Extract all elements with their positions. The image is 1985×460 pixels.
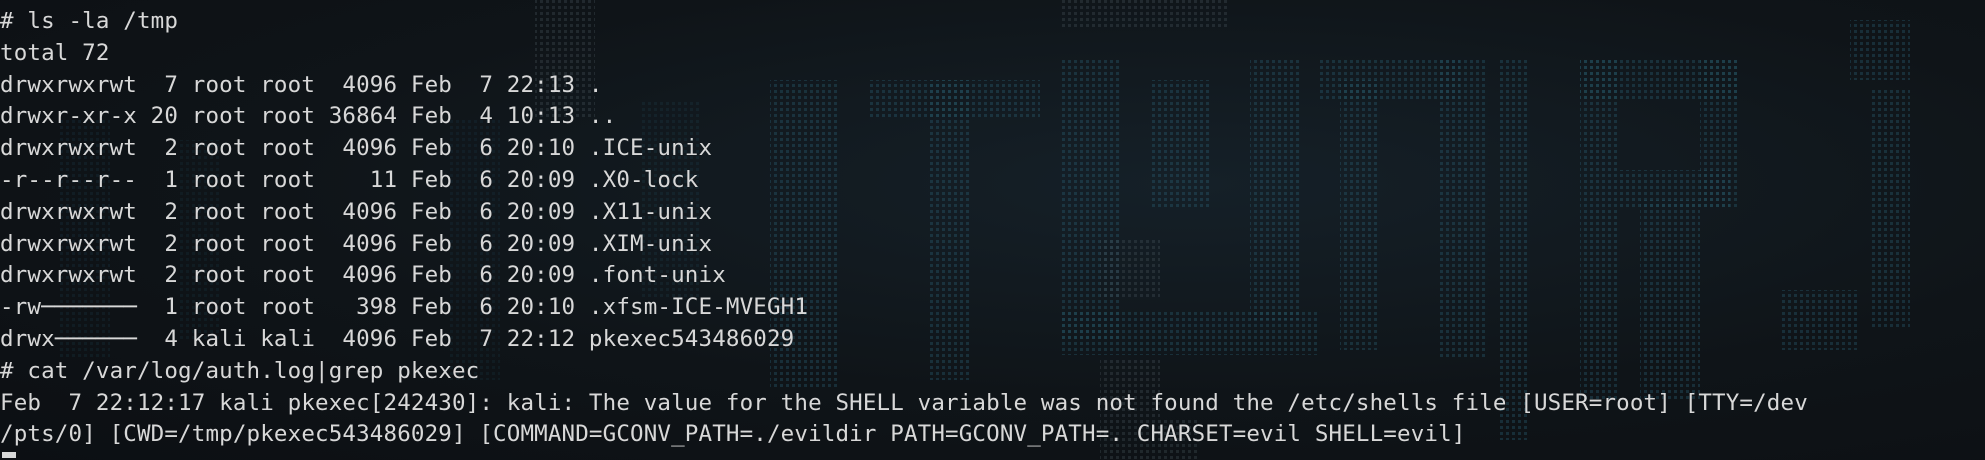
terminal-line: drwxrwxrwt 2 root root 4096 Feb 6 20:09 … bbox=[0, 198, 713, 225]
terminal-line: drwxr-xr-x 20 root root 36864 Feb 4 10:1… bbox=[0, 103, 617, 130]
terminal-line: drwxrwxrwt 2 root root 4096 Feb 6 20:10 … bbox=[0, 135, 713, 162]
terminal-line: -rw─────── 1 root root 398 Feb 6 20:10 .… bbox=[0, 294, 809, 321]
terminal-line: drwxrwxrwt 2 root root 4096 Feb 6 20:09 … bbox=[0, 230, 713, 257]
terminal-line: total 72 bbox=[0, 39, 110, 66]
terminal-line: drwx────── 4 kali kali 4096 Feb 7 22:12 … bbox=[0, 325, 795, 352]
terminal-line: # ls -la /tmp bbox=[0, 8, 179, 34]
terminal-output: # ls -la /tmp total 72 drwxrwxrwt 7 root r… bbox=[0, 6, 1808, 451]
terminal-line: -r--r--r-- 1 root root 11 Feb 6 20:09 .X… bbox=[0, 166, 699, 193]
terminal-line: /pts/0] [CWD=/tmp/pkexec543486029] [COMM… bbox=[0, 421, 1466, 448]
terminal-line: drwxrwxrwt 7 root root 4096 Feb 7 22:13 … bbox=[0, 71, 603, 98]
terminal-line: # cat /var/log/auth.log|grep pkexec bbox=[0, 357, 480, 384]
terminal-window[interactable]: # ls -la /tmp total 72 drwxrwxrwt 7 root r… bbox=[0, 0, 1985, 460]
terminal-line: drwxrwxrwt 2 root root 4096 Feb 6 20:09 … bbox=[0, 262, 726, 289]
terminal-cursor bbox=[2, 452, 16, 458]
terminal-line: Feb 7 22:12:17 kali pkexec[242430]: kali… bbox=[0, 389, 1808, 416]
